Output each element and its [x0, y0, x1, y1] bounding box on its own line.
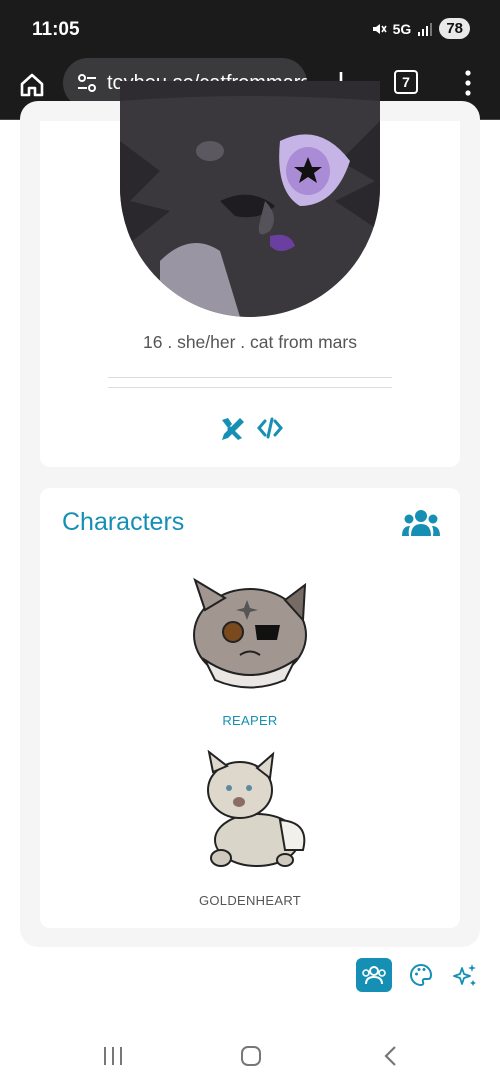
sparkles-button[interactable] [450, 960, 480, 990]
avatar[interactable] [120, 81, 380, 317]
mute-icon [372, 23, 387, 34]
status-indicators: 5G 78 [371, 18, 470, 39]
users-icon[interactable] [402, 508, 440, 538]
characters-heading[interactable]: Characters [62, 508, 184, 537]
characters-tab-button[interactable] [356, 958, 392, 992]
more-menu-icon[interactable] [460, 68, 476, 98]
tab-switcher-button[interactable]: 7 [394, 70, 418, 94]
back-icon[interactable] [378, 1043, 404, 1069]
character-name[interactable]: REAPER [40, 713, 460, 728]
page-content: 16 . she/her . cat from mars Characters [0, 81, 500, 1031]
sparkles-icon [453, 964, 476, 986]
profile-bio: 16 . she/her . cat from mars [143, 332, 357, 352]
character-thumbnail[interactable] [185, 749, 315, 870]
network-label: 5G [392, 20, 412, 37]
home-nav-icon[interactable] [238, 1043, 264, 1069]
divider [108, 377, 392, 378]
characters-card: Characters REAPER GOLDENHEART [40, 488, 460, 928]
status-bar: 11:05 5G 78 [0, 0, 500, 58]
divider [108, 387, 392, 388]
site-settings-icon[interactable] [75, 71, 99, 95]
recent-apps-icon[interactable] [100, 1043, 126, 1069]
character-thumbnail[interactable] [185, 570, 315, 690]
home-icon[interactable] [18, 71, 46, 99]
signal-icon [418, 22, 433, 36]
character-name[interactable]: GOLDENHEART [40, 893, 460, 908]
character-item[interactable]: GOLDENHEART [40, 749, 460, 908]
users-outline-icon [362, 966, 386, 985]
code-icon[interactable] [256, 414, 284, 442]
system-nav-bar [0, 1031, 500, 1083]
battery-badge: 78 [439, 18, 470, 39]
tools-icon[interactable] [218, 414, 246, 442]
status-time: 11:05 [32, 19, 80, 40]
palette-icon [410, 963, 433, 987]
character-item[interactable]: REAPER [40, 570, 460, 728]
profile-links [218, 414, 284, 442]
palette-button[interactable] [406, 960, 436, 990]
profile-card: 16 . she/her . cat from mars [40, 81, 460, 467]
profile-tools [356, 958, 480, 992]
avatar-image [120, 81, 380, 317]
